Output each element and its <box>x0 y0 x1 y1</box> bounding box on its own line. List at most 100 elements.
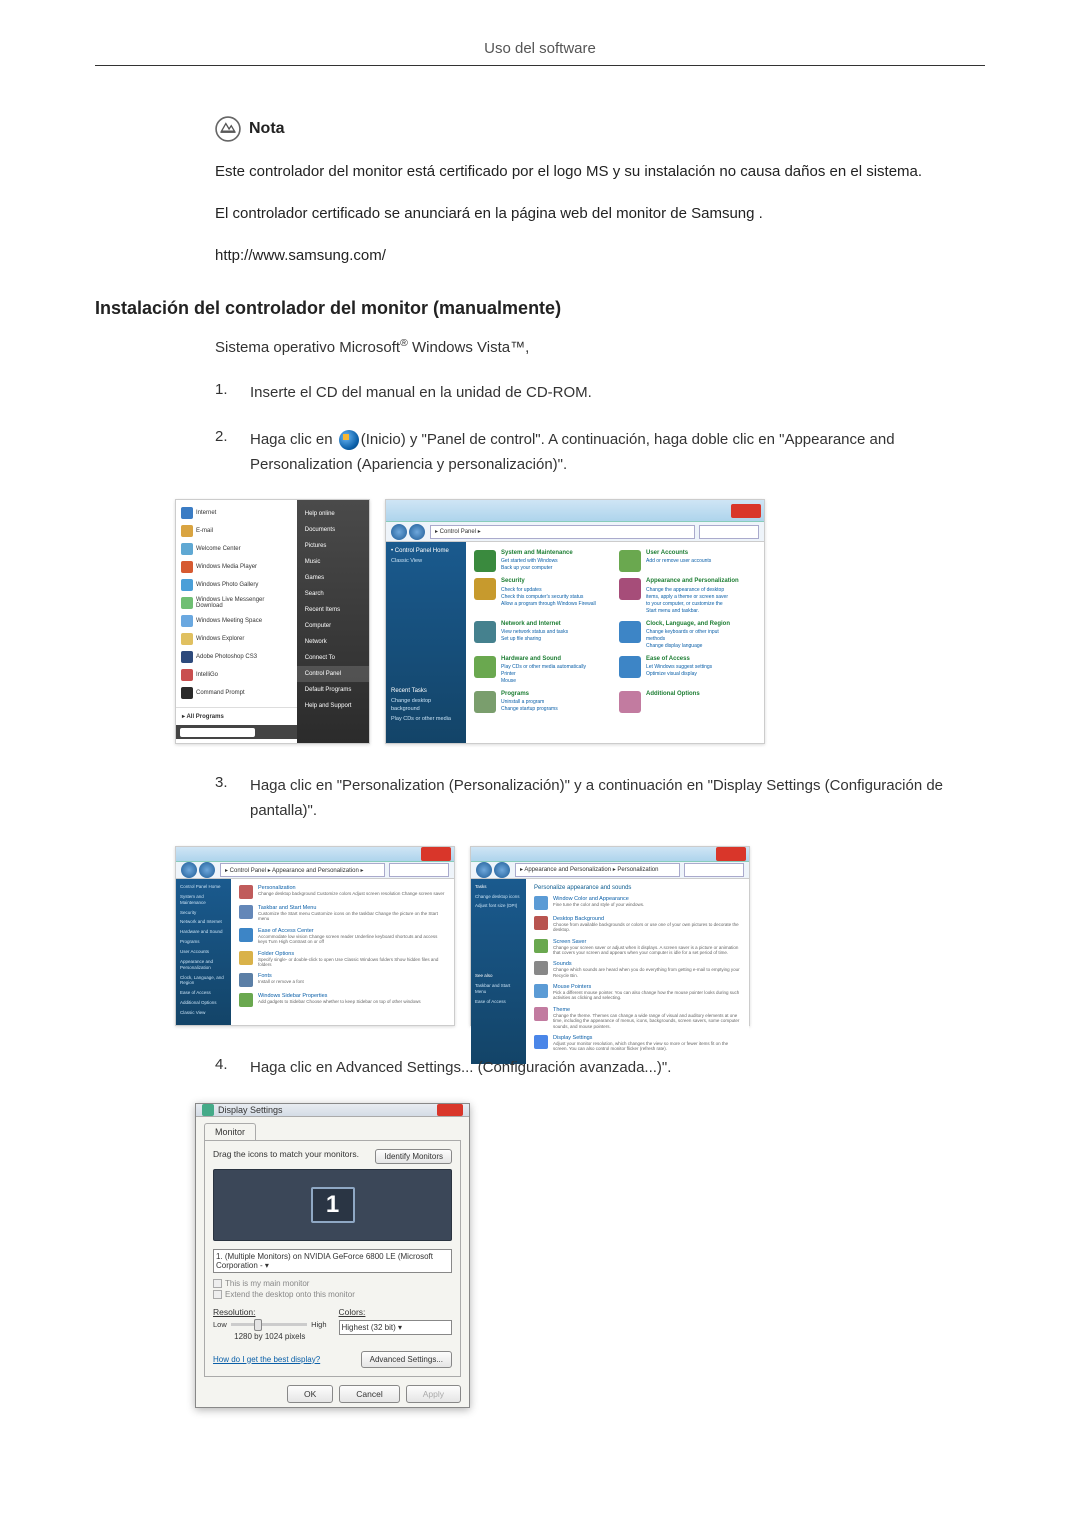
pz-category[interactable]: Folder OptionsSpecify single- or double-… <box>239 951 446 968</box>
sm-item[interactable]: Windows Live Messenger Download <box>176 594 297 612</box>
back-icon[interactable] <box>391 524 407 540</box>
monitor-1[interactable]: 1 <box>311 1187 355 1223</box>
cp-category[interactable]: User AccountsAdd or remove user accounts <box>619 550 756 572</box>
step-text: Haga clic en (Inicio) y "Panel de contro… <box>250 428 985 478</box>
pz-category[interactable]: Ease of Access CenterAccommodate low vis… <box>239 928 446 945</box>
resolution-slider[interactable]: Low High <box>213 1320 327 1329</box>
cp-category[interactable]: System and MaintenanceGet started with W… <box>474 550 611 572</box>
pz-side-item[interactable]: Programs <box>180 939 227 945</box>
cp-category[interactable]: Additional Options <box>619 691 756 713</box>
cp-category[interactable]: ProgramsUninstall a programChange startu… <box>474 691 611 713</box>
cp-category[interactable]: Hardware and SoundPlay CDs or other medi… <box>474 656 611 685</box>
pz-side-item[interactable]: User Accounts <box>180 949 227 955</box>
pz-side-item[interactable]: System and Maintenance <box>180 894 227 906</box>
cp-category[interactable]: Network and InternetView network status … <box>474 621 611 650</box>
sm-right-item[interactable]: Search <box>297 586 369 602</box>
pz-category[interactable]: Taskbar and Start MenuCustomize the Star… <box>239 905 446 922</box>
pz-side-item[interactable]: Network and Internet <box>180 919 227 925</box>
sm-right-item[interactable]: Music <box>297 554 369 570</box>
sm-right-item[interactable]: Connect To <box>297 650 369 666</box>
pz-option[interactable]: Display SettingsAdjust your monitor reso… <box>534 1035 741 1052</box>
sm-right-item[interactable]: Recent Items <box>297 602 369 618</box>
sm-right-item[interactable]: Games <box>297 570 369 586</box>
close-icon[interactable] <box>716 847 746 861</box>
pz-option[interactable]: Mouse PointersPick a different mouse poi… <box>534 984 741 1001</box>
close-icon[interactable] <box>421 847 451 861</box>
ok-button[interactable]: OK <box>287 1385 333 1403</box>
cancel-button[interactable]: Cancel <box>339 1385 399 1403</box>
sm-right-item[interactable]: Computer <box>297 618 369 634</box>
note-icon <box>215 116 241 142</box>
screenshot-personalization-panel: ▸ Appearance and Personalization ▸ Perso… <box>470 846 750 1026</box>
sm-right-item[interactable]: Pictures <box>297 538 369 554</box>
address-bar[interactable]: ▸ Control Panel ▸ Appearance and Persona… <box>220 863 385 877</box>
pz-side-item[interactable]: Security <box>180 910 227 916</box>
sm-item[interactable]: Adobe Photoshop CS3 <box>176 648 297 666</box>
sm-item[interactable]: Command Prompt <box>176 684 297 702</box>
monitor-select[interactable]: 1. (Multiple Monitors) on NVIDIA GeForce… <box>213 1249 452 1273</box>
pz-side-item[interactable]: Adjust font size (DPI) <box>475 903 522 909</box>
address-bar[interactable]: ▸ Appearance and Personalization ▸ Perso… <box>515 863 680 877</box>
pz-side-item[interactable]: Clock, Language, and Region <box>180 975 227 987</box>
sm-item[interactable]: Windows Photo Gallery <box>176 576 297 594</box>
back-icon[interactable] <box>181 862 197 878</box>
pz-category[interactable]: FontsInstall or remove a font <box>239 973 446 987</box>
search-input[interactable] <box>389 863 449 877</box>
sm-right-item[interactable]: Network <box>297 634 369 650</box>
sm-item[interactable]: E-mail <box>176 522 297 540</box>
cp-sidebar-item[interactable]: Classic View <box>391 558 461 565</box>
sm-item[interactable]: IntelliGo <box>176 666 297 684</box>
pz-category[interactable]: Windows Sidebar PropertiesAdd gadgets to… <box>239 993 446 1007</box>
pz-side-item[interactable]: Taskbar and Start Menu <box>475 983 522 995</box>
pz-option[interactable]: ThemeChange the theme. Themes can change… <box>534 1007 741 1029</box>
address-bar[interactable]: ▸ Control Panel ▸ <box>430 525 695 539</box>
colors-select[interactable]: Highest (32 bit) ▾ <box>339 1320 453 1335</box>
forward-icon[interactable] <box>494 862 510 878</box>
pz-option[interactable]: Desktop BackgroundChoose from available … <box>534 916 741 933</box>
pz-category[interactable]: PersonalizationChange desktop background… <box>239 885 446 899</box>
sm-right-item[interactable]: Help and Support <box>297 698 369 714</box>
pz-side-item[interactable]: Ease of Access <box>475 999 522 1005</box>
identify-monitors-button[interactable]: Identify Monitors <box>375 1149 452 1164</box>
pz-option[interactable]: Screen SaverChange your screen saver or … <box>534 939 741 956</box>
cp-recent-head: Recent Tasks <box>391 688 461 694</box>
sm-item[interactable]: Welcome Center <box>176 540 297 558</box>
search-input[interactable] <box>699 525 759 539</box>
pz-option[interactable]: SoundsChange which sounds are heard when… <box>534 961 741 978</box>
cp-category[interactable]: Appearance and PersonalizationChange the… <box>619 578 756 614</box>
cp-category[interactable]: SecurityCheck for updatesCheck this comp… <box>474 578 611 614</box>
back-icon[interactable] <box>476 862 492 878</box>
apply-button[interactable]: Apply <box>406 1385 461 1403</box>
monitor-preview[interactable]: 1 <box>213 1169 452 1241</box>
sm-item[interactable]: Windows Explorer <box>176 630 297 648</box>
pz-side-item[interactable]: Control Panel Home <box>180 884 227 890</box>
help-link[interactable]: How do I get the best display? <box>213 1355 320 1364</box>
sm-right-item[interactable]: Control Panel <box>297 666 369 682</box>
sm-right-item[interactable]: Help online <box>297 506 369 522</box>
cp-category[interactable]: Ease of AccessLet Windows suggest settin… <box>619 656 756 685</box>
sm-item[interactable]: Windows Media Player <box>176 558 297 576</box>
pz-side-item[interactable]: Appearance and Personalization <box>180 959 227 971</box>
tab-monitor[interactable]: Monitor <box>204 1123 256 1140</box>
sm-right-item[interactable]: Default Programs <box>297 682 369 698</box>
sm-item[interactable]: Internet <box>176 504 297 522</box>
sm-search[interactable] <box>176 725 297 739</box>
pz-side-item[interactable]: Ease of Access <box>180 990 227 996</box>
close-icon[interactable] <box>731 504 761 518</box>
pz-side-item[interactable]: Additional Options <box>180 1000 227 1006</box>
pz-side-item[interactable]: Classic View <box>180 1010 227 1016</box>
sm-right-item[interactable]: Documents <box>297 522 369 538</box>
pz-side-item[interactable]: Change desktop icons <box>475 894 522 900</box>
sm-all-programs[interactable]: ▸ All Programs <box>176 707 297 725</box>
advanced-settings-button[interactable]: Advanced Settings... <box>361 1351 452 1368</box>
search-input[interactable] <box>684 863 744 877</box>
cp-category[interactable]: Clock, Language, and RegionChange keyboa… <box>619 621 756 650</box>
pz-side-item[interactable]: Hardware and Sound <box>180 929 227 935</box>
pz-option[interactable]: Window Color and AppearanceFine tune the… <box>534 896 741 910</box>
close-icon[interactable] <box>437 1104 463 1116</box>
sm-item[interactable]: Windows Meeting Space <box>176 612 297 630</box>
forward-icon[interactable] <box>409 524 425 540</box>
cp-recent-item[interactable]: Change desktop background <box>391 698 461 712</box>
forward-icon[interactable] <box>199 862 215 878</box>
cp-recent-item[interactable]: Play CDs or other media <box>391 716 461 723</box>
